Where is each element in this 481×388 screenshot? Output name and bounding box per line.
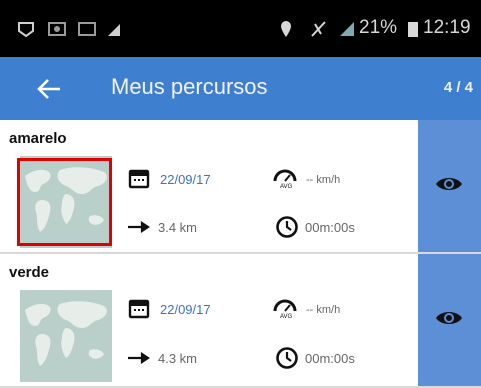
route-map-thumbnail[interactable] xyxy=(20,156,112,248)
notification-icon xyxy=(18,22,34,38)
network-icon xyxy=(340,22,354,36)
route-list: amarelo 22/09/17 AVG -- km/h 3.4 km 00m:… xyxy=(0,120,481,388)
distance-arrow-icon xyxy=(128,221,150,233)
route-date: 22/09/17 xyxy=(160,302,211,317)
view-route-button[interactable] xyxy=(418,120,481,252)
eye-icon xyxy=(436,178,462,190)
route-distance: 4.3 km xyxy=(158,351,198,366)
route-distance: 3.4 km xyxy=(158,220,198,235)
battery-icon xyxy=(408,22,418,37)
route-row-amarelo[interactable]: amarelo 22/09/17 AVG -- km/h 3.4 km 00m:… xyxy=(0,120,481,254)
location-icon xyxy=(281,21,291,37)
eye-icon xyxy=(436,312,462,324)
route-name: verde xyxy=(9,264,50,281)
clock-icon xyxy=(276,347,298,369)
route-date: 22/09/17 xyxy=(160,172,211,187)
route-map-thumbnail[interactable] xyxy=(20,290,112,382)
route-duration: 00m:00s xyxy=(305,351,355,366)
battery-percentage: 21% xyxy=(359,17,398,38)
svg-text:AVG: AVG xyxy=(280,314,293,319)
svg-text:AVG: AVG xyxy=(280,184,293,189)
route-counter: 4 / 4 xyxy=(443,79,473,96)
calendar-icon xyxy=(128,299,150,319)
calendar-icon xyxy=(128,169,150,189)
gallery-icon xyxy=(78,22,96,36)
mute-icon xyxy=(311,21,326,37)
route-duration: 00m:00s xyxy=(305,220,355,235)
signal-icon xyxy=(108,24,120,36)
route-row-verde[interactable]: verde 22/09/17 AVG -- km/h 4.3 km 00m:00… xyxy=(0,254,481,388)
route-name: amarelo xyxy=(9,130,67,147)
image-icon xyxy=(48,22,66,36)
back-arrow-icon[interactable] xyxy=(34,74,64,104)
status-bar: 21% 12:19 xyxy=(0,0,481,57)
app-bar: Meus percursos 4 / 4 xyxy=(0,57,481,120)
clock-time: 12:19 xyxy=(423,17,471,38)
view-route-button[interactable] xyxy=(418,254,481,386)
speedometer-avg-icon: AVG xyxy=(273,169,297,189)
world-map-icon xyxy=(20,156,112,248)
route-avg-speed: -- km/h xyxy=(306,304,341,316)
distance-arrow-icon xyxy=(128,352,150,364)
clock-icon xyxy=(276,216,298,238)
page-title: Meus percursos xyxy=(111,74,268,99)
speedometer-avg-icon: AVG xyxy=(273,299,297,319)
route-avg-speed: -- km/h xyxy=(306,174,341,186)
world-map-icon xyxy=(20,290,112,382)
